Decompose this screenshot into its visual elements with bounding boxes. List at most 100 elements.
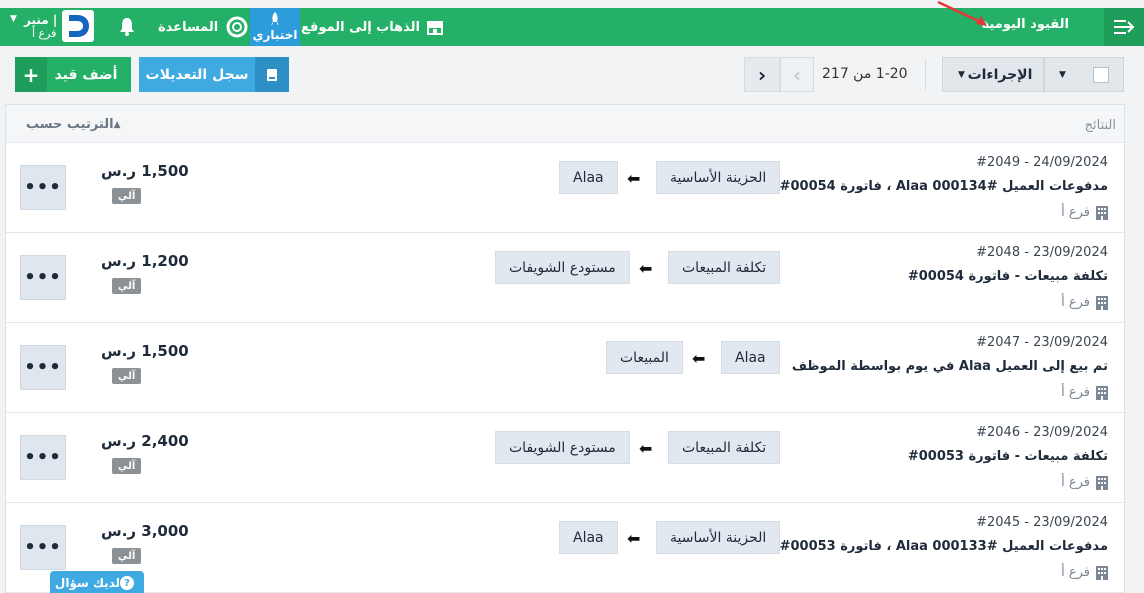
entry-description[interactable]: تكلفة مبيعات - فاتورة 00053#: [908, 449, 1108, 464]
entry-date-number: 23/09/2024 - #2047: [976, 335, 1108, 350]
results-header: النتائج الترتيب حسب ▲: [6, 105, 1124, 143]
entry-date-number: 23/09/2024 - #2045: [976, 515, 1108, 530]
plus-icon: +: [15, 57, 47, 92]
question-mark-icon: ?: [120, 576, 135, 590]
entry-branch: فرع أ: [1061, 295, 1108, 310]
debit-account-chip[interactable]: تكلفة المبيعات: [668, 431, 781, 464]
entry-description[interactable]: مدفوعات العميل Alaa 000134# ، فاتورة 000…: [780, 179, 1108, 194]
building-icon: [1096, 475, 1108, 490]
pagination-text: 1-20 من 217: [822, 66, 908, 82]
sort-dropdown[interactable]: الترتيب حسب ▲: [26, 117, 125, 132]
ask-question-button[interactable]: لديك سؤال ?: [50, 571, 144, 593]
entry-branch: فرع أ: [1061, 475, 1108, 490]
entry-description[interactable]: مدفوعات العميل Alaa 000133# ، فاتورة 000…: [780, 539, 1108, 554]
credit-account-chip[interactable]: المبيعات: [606, 341, 683, 374]
actions-dropdown[interactable]: ▼ الإجراءات: [942, 57, 1044, 92]
credit-account-chip[interactable]: مستودع الشويفات: [495, 431, 630, 464]
more-options-button[interactable]: •••: [20, 345, 66, 390]
entry-amount: 1,500 ر.س: [101, 162, 189, 180]
arrow-left-icon: ⬅: [639, 259, 653, 278]
ask-question-label: لديك سؤال: [54, 576, 121, 590]
more-options-button[interactable]: •••: [20, 525, 66, 570]
auto-badge: آلي: [112, 368, 142, 384]
notifications-button[interactable]: [118, 8, 136, 46]
user-name: منير |: [24, 13, 58, 27]
lifebuoy-icon: [226, 16, 248, 38]
journal-entry-row[interactable]: 23/09/2024 - #2047 تم بيع إلى العميل Alaa…: [6, 323, 1124, 413]
changes-log-button[interactable]: سجل التعديلات: [139, 57, 289, 92]
entry-amount: 3,000 ر.س: [101, 522, 189, 540]
menu-toggle-button[interactable]: [1104, 8, 1144, 46]
sort-label: الترتيب حسب: [26, 117, 114, 132]
entry-branch: فرع أ: [1061, 205, 1108, 220]
debit-account-chip[interactable]: الحزينة الأساسية: [656, 161, 781, 194]
journal-entry-row[interactable]: 23/09/2024 - #2045 مدفوعات العميل Alaa 00…: [6, 503, 1124, 593]
select-all-dropdown[interactable]: ▼: [1044, 57, 1124, 92]
help-label: المساعدة: [158, 19, 219, 35]
store-icon: [426, 19, 444, 35]
user-menu[interactable]: ▼ منير | فرع أ: [8, 8, 57, 46]
credit-account-chip[interactable]: مستودع الشويفات: [495, 251, 630, 284]
caret-down-icon: ▼: [1059, 69, 1066, 80]
entry-branch: فرع أ: [1061, 385, 1108, 400]
book-icon: [255, 57, 289, 92]
arrow-left-icon: ⬅: [627, 169, 641, 188]
red-annotation-arrow-icon: [937, 0, 987, 26]
branch-name: فرع أ: [1061, 475, 1090, 490]
visit-site-label: الذهاب إلى الموقع: [301, 19, 420, 35]
journal-entry-row[interactable]: 23/09/2024 - #2048 تكلفة مبيعات - فاتورة …: [6, 233, 1124, 323]
hamburger-arrow-icon: [1114, 20, 1134, 34]
branch-name: فرع أ: [1061, 295, 1090, 310]
entry-description[interactable]: تكلفة مبيعات - فاتورة 00054#: [908, 269, 1108, 284]
add-entry-label: أضف قيد: [54, 66, 118, 83]
entry-description[interactable]: تم بيع إلى العميل Alaa في يوم بواسطة الم…: [792, 359, 1108, 374]
caret-down-icon: ▼: [10, 14, 17, 24]
auto-badge: آلي: [112, 188, 142, 204]
entry-date-number: 23/09/2024 - #2048: [976, 245, 1108, 260]
branch-name: فرع أ: [1061, 565, 1090, 580]
credit-account-chip[interactable]: Alaa: [559, 161, 618, 194]
entry-amount: 1,500 ر.س: [101, 342, 189, 360]
more-options-button[interactable]: •••: [20, 435, 66, 480]
debit-account-chip[interactable]: Alaa: [721, 341, 780, 374]
select-all-checkbox[interactable]: [1093, 67, 1109, 83]
entry-branch: فرع أ: [1061, 565, 1108, 580]
journal-entry-row[interactable]: 24/09/2024 - #2049 مدفوعات العميل Alaa 00…: [6, 143, 1124, 233]
building-icon: [1096, 385, 1108, 400]
user-branch: فرع أ: [32, 27, 57, 40]
chevron-left-icon: ‹: [792, 62, 802, 87]
visit-site-link[interactable]: الذهاب إلى الموقع: [301, 8, 444, 46]
rocket-icon: [269, 12, 281, 28]
sort-arrows-icon: ▲: [113, 119, 121, 130]
next-page-button[interactable]: ›: [744, 57, 780, 92]
add-entry-button[interactable]: + أضف قيد: [15, 57, 131, 92]
caret-down-icon: ▼: [958, 69, 965, 80]
prev-page-button[interactable]: ‹: [780, 57, 814, 92]
arrow-left-icon: ⬅: [692, 349, 706, 368]
branch-name: فرع أ: [1061, 205, 1090, 220]
auto-badge: آلي: [112, 548, 142, 564]
more-options-button[interactable]: •••: [20, 165, 66, 210]
help-link[interactable]: المساعدة: [158, 8, 248, 46]
entry-date-number: 24/09/2024 - #2049: [976, 155, 1108, 170]
changes-log-label: سجل التعديلات: [145, 66, 249, 83]
bell-icon: [120, 18, 134, 36]
auto-badge: آلي: [112, 278, 142, 294]
building-icon: [1096, 295, 1108, 310]
entry-date-number: 23/09/2024 - #2046: [976, 425, 1108, 440]
company-logo[interactable]: [62, 10, 94, 42]
results-title: النتائج: [1084, 118, 1116, 133]
building-icon: [1096, 205, 1108, 220]
journal-entry-row[interactable]: 23/09/2024 - #2046 تكلفة مبيعات - فاتورة …: [6, 413, 1124, 503]
results-panel: النتائج الترتيب حسب ▲ 24/09/2024 - #2049…: [5, 104, 1125, 593]
more-options-button[interactable]: •••: [20, 255, 66, 300]
debit-account-chip[interactable]: الحزينة الأساسية: [656, 521, 781, 554]
debit-account-chip[interactable]: تكلفة المبيعات: [668, 251, 781, 284]
trial-button[interactable]: اختباري: [250, 8, 300, 46]
arrow-left-icon: ⬅: [639, 439, 653, 458]
credit-account-chip[interactable]: Alaa: [559, 521, 618, 554]
toolbar-divider: [925, 60, 926, 90]
entry-amount: 1,200 ر.س: [101, 252, 189, 270]
actions-label: الإجراءات: [967, 66, 1033, 83]
branch-name: فرع أ: [1061, 385, 1090, 400]
